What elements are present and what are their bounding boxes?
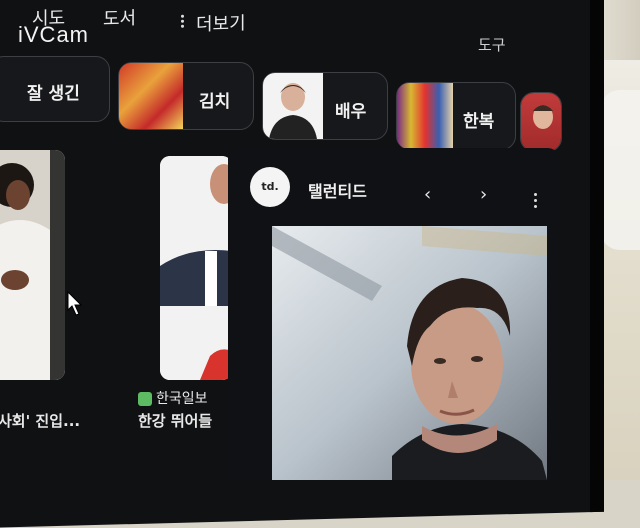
tab-more[interactable]: 더보기 xyxy=(196,9,246,36)
result-image-1[interactable] xyxy=(0,150,65,380)
chip-partial[interactable] xyxy=(520,92,562,152)
chip-label: 배우 xyxy=(335,102,367,122)
result-image-2[interactable] xyxy=(160,156,232,380)
tools-button[interactable]: 도구 xyxy=(478,34,506,55)
next-button[interactable]: › xyxy=(480,184,487,205)
more-options-icon[interactable] xyxy=(534,190,538,211)
source-icon xyxy=(138,392,152,406)
prev-button[interactable]: ‹ xyxy=(424,184,431,205)
chip-handsome[interactable]: 잘 생긴 xyxy=(0,56,110,122)
chip-hanbok[interactable]: 한복 xyxy=(396,82,516,150)
chip-thumbnail xyxy=(521,93,561,151)
background-object xyxy=(600,90,640,250)
result-title-1[interactable]: 사회' 진입... xyxy=(0,410,80,431)
ivcam-watermark: iVCam xyxy=(18,22,90,47)
more-icon-dot-2 xyxy=(181,24,184,28)
preview-header: td. 탤런티드 ‹ › xyxy=(228,148,558,218)
preview-image[interactable] xyxy=(272,226,547,480)
tab-books[interactable]: 도서 xyxy=(103,4,136,31)
more-icon xyxy=(181,14,184,18)
chip-thumbnail xyxy=(397,83,453,149)
mouse-cursor-icon xyxy=(67,290,83,316)
chip-label: 잘 생긴 xyxy=(27,84,80,104)
result-source-2: 한국일보 xyxy=(156,391,208,407)
more-icon-dot xyxy=(181,19,184,23)
chip-label: 김치 xyxy=(199,92,231,112)
image-preview-panel: td. 탤런티드 ‹ › xyxy=(228,148,558,480)
chip-thumbnail xyxy=(119,63,183,129)
result-title-2[interactable]: 한강 뛰어들 xyxy=(138,410,212,431)
chip-actor[interactable]: 배우 xyxy=(262,72,388,140)
chip-label: 한복 xyxy=(463,112,495,132)
chip-kimchi[interactable]: 김치 xyxy=(118,62,254,130)
chip-thumbnail xyxy=(263,73,323,139)
site-logo[interactable]: td. xyxy=(250,167,290,207)
site-name[interactable]: 탤런티드 xyxy=(308,178,367,202)
